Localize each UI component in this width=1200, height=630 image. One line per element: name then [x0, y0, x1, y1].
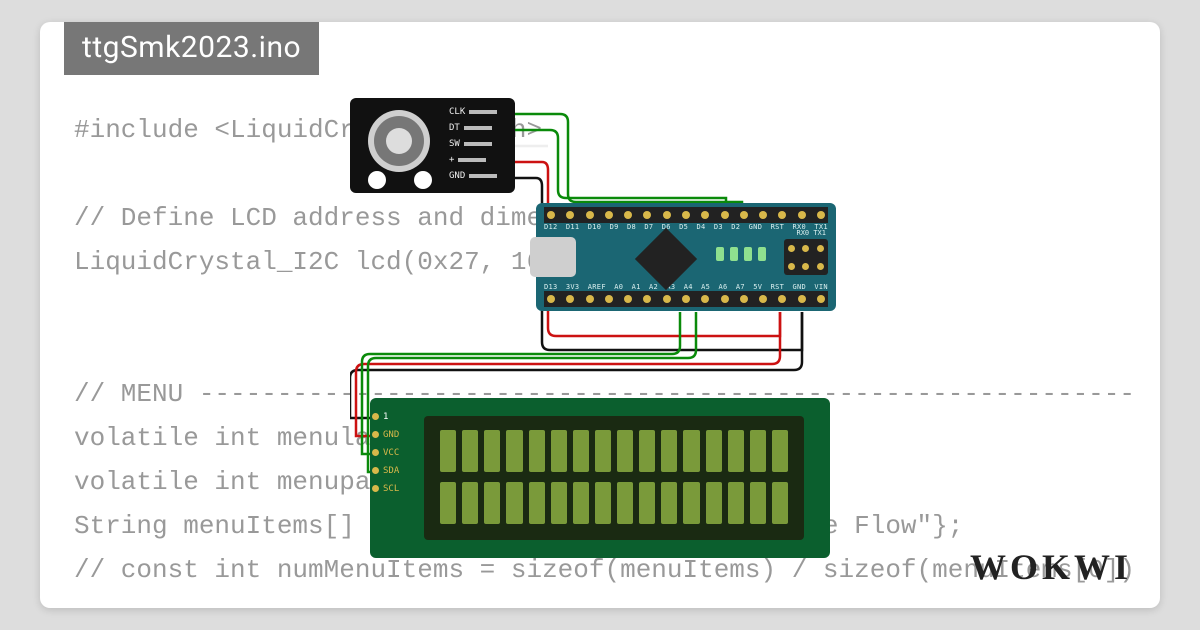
lcd-screen [424, 416, 804, 540]
lcd-16x2: 1GNDVCCSDASCL [370, 398, 830, 558]
mount-hole-icon [368, 171, 386, 189]
nano-end-label: RX0 TX1 [796, 229, 826, 237]
encoder-pin-labels: CLKDTSW+GND [449, 104, 511, 184]
mcu-chip-icon [635, 228, 697, 290]
wokwi-logo: WOKWI [970, 546, 1132, 588]
circuit-diagram: CLKDTSW+GND D12D11D10D9D8D7D6D5D4D3D2GND… [350, 98, 910, 568]
file-title-chip: ttgSmk2023.ino [64, 22, 319, 75]
nano-labels-bottom: D133V3AREFA0A1A2A3A4A5A6A75VRSTGNDVIN [544, 283, 828, 291]
isp-header [784, 239, 828, 275]
nano-pinstrip-bottom [544, 291, 828, 307]
usb-port-icon [530, 237, 576, 277]
preview-card: ttgSmk2023.ino #include <LiquidCrystal_I… [40, 22, 1160, 608]
nano-pinstrip-top [544, 207, 828, 223]
status-leds [716, 247, 766, 261]
arduino-nano: D12D11D10D9D8D7D6D5D4D3D2GNDRSTRX0TX1 D1… [536, 203, 836, 311]
lcd-i2c-pins: 1GNDVCCSDASCL [372, 408, 399, 498]
nano-labels-top: D12D11D10D9D8D7D6D5D4D3D2GNDRSTRX0TX1 [544, 223, 828, 231]
mount-hole-icon [414, 171, 432, 189]
rotary-encoder: CLKDTSW+GND [350, 98, 515, 193]
